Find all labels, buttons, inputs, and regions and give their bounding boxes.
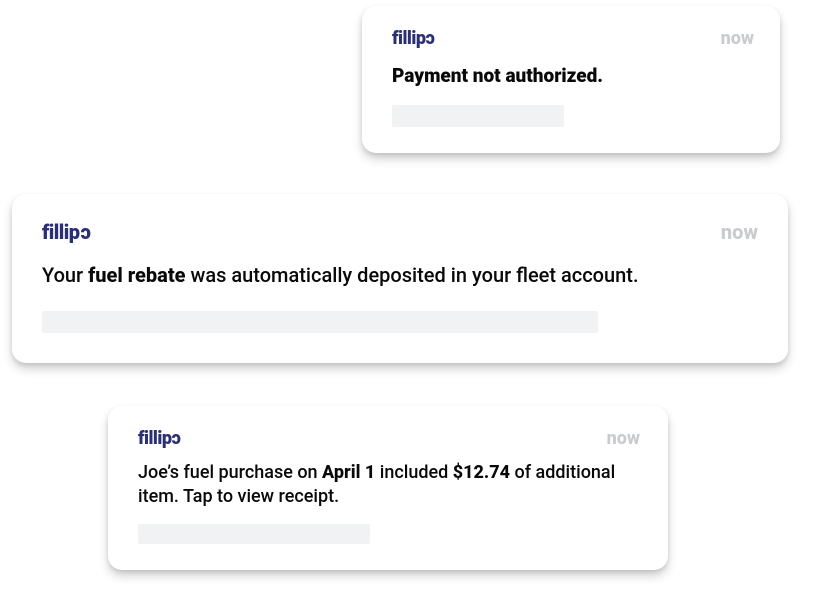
brand-logo: fillipc (42, 220, 90, 244)
notification-timestamp: now (721, 28, 754, 49)
notification-message: Your fuel rebate was automatically depos… (42, 262, 758, 289)
brand-tail-icon: c (81, 220, 91, 244)
brand-tail-icon: c (172, 428, 181, 449)
notification-header: fillipc now (42, 220, 758, 244)
notification-timestamp: now (607, 428, 640, 449)
brand-logo: fillipc (392, 28, 435, 49)
brand-text: fillip (42, 220, 80, 244)
brand-tail-icon: c (426, 28, 435, 49)
notification-header: fillipc now (392, 28, 754, 49)
notification-body-placeholder (392, 105, 564, 127)
notification-body-placeholder (138, 524, 370, 544)
notification-card[interactable]: fillipc now Joe’s fuel purchase on April… (108, 406, 668, 570)
notification-card[interactable]: fillipc now Payment not authorized. (362, 6, 780, 153)
notification-timestamp: now (721, 220, 758, 244)
notification-body-placeholder (42, 311, 598, 333)
notification-message: Joe’s fuel purchase on April 1 included … (138, 461, 640, 510)
notification-message: Payment not authorized. (392, 63, 754, 89)
brand-logo: fillipc (138, 428, 181, 449)
brand-text: fillip (138, 428, 171, 449)
notification-card[interactable]: fillipc now Your fuel rebate was automat… (12, 194, 788, 363)
notification-header: fillipc now (138, 428, 640, 449)
brand-text: fillip (392, 28, 425, 49)
